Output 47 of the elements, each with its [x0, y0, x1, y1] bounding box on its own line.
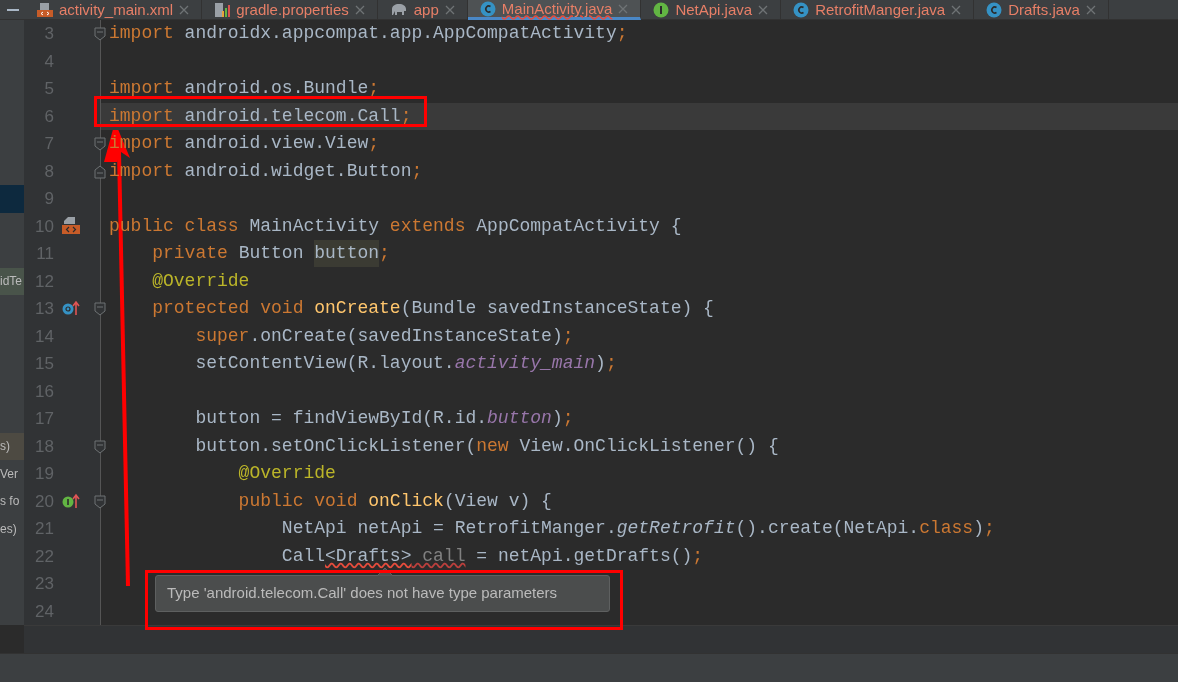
close-icon[interactable]	[758, 5, 769, 15]
bar-chart-file-icon	[214, 2, 231, 18]
editor-tab[interactable]: RetrofitManger.java	[781, 0, 975, 20]
close-icon[interactable]	[1085, 5, 1096, 15]
panel-text: es)	[0, 520, 17, 538]
code-line: public void onClick(View v) {	[237, 489, 553, 513]
editor-tab[interactable]: MainActivity.java	[467, 0, 642, 20]
editor-tab[interactable]: Drafts.java	[974, 0, 1109, 20]
code-line: import androidx.appcompat.app.AppCompatActivity;	[108, 22, 629, 46]
panel-highlight	[0, 185, 24, 213]
code-line: NetApi netApi = RetrofitManger.getRetrofit().create(NetApi.class);	[280, 517, 996, 541]
panel-text: s)	[0, 438, 10, 456]
xml-file-icon	[37, 2, 53, 18]
fold-marker-icon[interactable]	[94, 439, 106, 454]
editor-tab[interactable]: NetApi.java	[641, 0, 782, 20]
code-line: setContentView(R.layout.activity_main);	[194, 352, 618, 376]
fold-marker-icon[interactable]	[94, 494, 106, 509]
close-icon[interactable]	[444, 5, 455, 15]
code-line: import android.os.Bundle;	[108, 77, 381, 101]
class-icon	[479, 0, 496, 17]
code-line: protected void onCreate(Bundle savedInstanceState) {	[151, 297, 715, 321]
elephant-icon	[389, 3, 408, 17]
tooltip-pointer-icon	[377, 567, 393, 576]
close-icon[interactable]	[354, 5, 365, 15]
panel-text: Ver	[0, 465, 18, 483]
fold-marker-icon[interactable]	[94, 302, 106, 316]
code-line: private Button button;	[100, 240, 1178, 268]
override-icon[interactable]	[62, 300, 80, 316]
code-line: Call<Drafts> call = netApi.getDrafts();	[280, 544, 705, 568]
close-icon[interactable]	[179, 5, 190, 15]
close-icon[interactable]	[951, 5, 962, 15]
close-icon[interactable]	[618, 3, 629, 14]
editor-tab[interactable]: app	[377, 0, 468, 20]
code-line: @Override	[151, 269, 251, 293]
class-file-icon[interactable]	[62, 215, 80, 236]
error-tooltip: Type 'android.telecom.Call' does not have type parameters	[155, 575, 610, 612]
panel-text: s fo	[0, 493, 20, 511]
implement-icon[interactable]	[62, 492, 80, 509]
fold-marker-icon[interactable]	[94, 27, 106, 41]
code-line: @Override	[237, 462, 337, 486]
fold-marker-icon[interactable]	[94, 137, 106, 151]
code-line: button.setOnClickListener(new View.OnClickListener() {	[194, 434, 780, 458]
fold-marker-icon[interactable]	[94, 164, 106, 179]
panel-text: idTe	[0, 273, 22, 291]
editor-tab[interactable]: gradle.properties	[202, 0, 378, 20]
code-line: button = findViewById(R.id.button);	[194, 407, 575, 431]
code-line: super.onCreate(savedInstanceState);	[194, 324, 575, 348]
